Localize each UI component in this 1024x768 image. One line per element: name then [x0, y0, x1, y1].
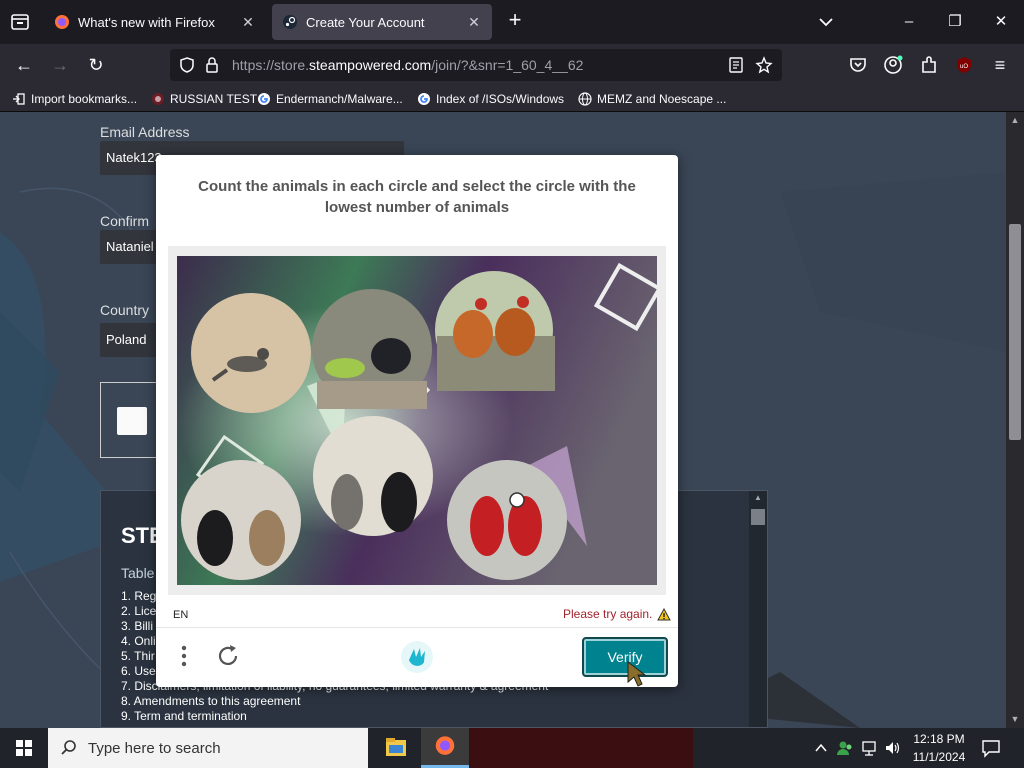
bookmark-memz[interactable]: MEMZ and Noescape ...	[578, 91, 726, 107]
challenge-prompt: Count the animals in each circle and sel…	[198, 178, 636, 216]
page-scroll-thumb[interactable]	[1009, 224, 1021, 440]
bookmark-label: MEMZ and Noescape ...	[597, 92, 727, 106]
google-icon	[258, 93, 270, 105]
close-icon[interactable]: ✕	[240, 14, 256, 31]
email-label: Email Address	[100, 124, 190, 140]
forward-button[interactable]: →	[48, 53, 72, 77]
search-placeholder: Type here to search	[88, 739, 221, 757]
agreement-scroll-thumb[interactable]	[751, 509, 765, 525]
bookmark-import[interactable]: Import bookmarks...	[12, 91, 137, 107]
bookmark-endermanch[interactable]: Endermanch/Malware...	[257, 91, 403, 107]
circle-option-6[interactable]	[447, 460, 567, 580]
search-icon	[61, 740, 76, 755]
tab-create-account[interactable]: Create Your Account ✕	[272, 4, 492, 40]
new-tab-button[interactable]: +	[504, 9, 526, 32]
hcaptcha-logo-icon[interactable]	[400, 640, 434, 674]
confirm-email-label: Confirm	[100, 213, 150, 229]
restore-button[interactable]: ❐	[943, 10, 967, 34]
url-bar[interactable]: https://store.steampowered.com/join/?&sn…	[170, 49, 782, 81]
agreement-subtitle: Table	[121, 565, 155, 581]
reload-button[interactable]: ↻	[84, 53, 108, 77]
circle-option-5[interactable]	[313, 416, 433, 536]
lock-icon[interactable]	[204, 56, 220, 74]
notification-icon[interactable]	[980, 737, 1002, 759]
agreement-scrollbar[interactable]: ▲	[749, 491, 767, 727]
cursor-icon	[627, 660, 647, 687]
extensions-icon[interactable]	[917, 53, 941, 77]
url-text: https://store.steampowered.com/join/?&sn…	[232, 57, 584, 73]
back-button[interactable]: ←	[12, 53, 36, 77]
challenge-footer: Verify	[156, 627, 678, 687]
country-label: Country	[100, 302, 150, 318]
account-icon[interactable]	[881, 53, 905, 77]
list-item: 8. Amendments to this agreement	[121, 694, 301, 708]
bookmark-star-icon[interactable]	[755, 56, 773, 74]
bookmark-label: Index of /ISOs/Windows	[436, 92, 565, 106]
challenge-frame	[168, 246, 666, 595]
challenge-image	[177, 256, 657, 585]
bookmark-index-isos[interactable]: Index of /ISOs/Windows	[417, 91, 564, 107]
captcha-challenge-dialog: Count the animals in each circle and sel…	[156, 155, 678, 687]
bookmarks-toolbar: Import bookmarks... RUSSIAN TEST Enderma…	[0, 86, 1024, 112]
verify-button[interactable]: Verify	[582, 637, 668, 677]
windows-taskbar: Type here to search 12:18 PM 11/1/2024	[0, 728, 1024, 768]
taskbar-clock[interactable]: 12:18 PM 11/1/2024	[908, 730, 970, 766]
circle-option-2[interactable]	[312, 289, 432, 409]
tab-list-icon[interactable]	[8, 10, 32, 34]
chevron-up-icon[interactable]	[814, 741, 828, 755]
menu-icon[interactable]: ≡	[988, 53, 1012, 77]
close-window-button[interactable]: ✕	[989, 10, 1013, 34]
firefox-taskbar-icon[interactable]	[421, 728, 469, 768]
close-icon[interactable]: ✕	[466, 14, 482, 31]
pocket-icon[interactable]	[846, 53, 870, 77]
globe-icon	[578, 92, 592, 106]
site-icon	[152, 93, 164, 105]
scroll-up-icon[interactable]: ▲	[1010, 115, 1020, 125]
captcha-widget	[100, 382, 160, 458]
scroll-down-icon[interactable]: ▼	[1010, 714, 1020, 724]
clock-time: 12:18 PM	[913, 732, 965, 746]
bookmark-label: RUSSIAN TEST	[170, 92, 258, 106]
warning-icon	[657, 607, 672, 620]
chevron-down-icon[interactable]	[816, 12, 836, 32]
tab-bar: What's new with Firefox ✕ Create Your Ac…	[0, 0, 1024, 44]
file-explorer-icon[interactable]	[372, 728, 420, 768]
volume-icon[interactable]	[884, 739, 902, 757]
google-icon	[418, 93, 430, 105]
language-selector[interactable]: EN	[173, 609, 188, 621]
steam-icon	[283, 15, 297, 29]
bookmark-russian-test[interactable]: RUSSIAN TEST	[151, 91, 257, 107]
shield-icon[interactable]	[178, 56, 196, 74]
error-text: Please try again.	[563, 607, 653, 621]
list-item: 9. Term and termination	[121, 709, 247, 723]
more-options-icon[interactable]	[176, 642, 192, 670]
page-scrollbar[interactable]: ▲ ▼	[1006, 112, 1024, 728]
circle-option-1[interactable]	[191, 293, 311, 413]
windows-start-icon[interactable]	[0, 728, 48, 768]
taskbar-search[interactable]: Type here to search	[48, 728, 368, 768]
bookmark-label: Import bookmarks...	[31, 92, 138, 106]
clock-date: 11/1/2024	[912, 750, 966, 764]
svg-text:uO: uO	[960, 64, 968, 70]
people-icon[interactable]	[836, 739, 854, 757]
tab-title: What's new with Firefox	[78, 14, 215, 30]
refresh-icon[interactable]	[214, 642, 242, 670]
reader-view-icon[interactable]	[728, 57, 744, 73]
tab-whats-new[interactable]: What's new with Firefox ✕	[44, 4, 266, 40]
circle-option-4[interactable]	[181, 460, 301, 580]
tab-title: Create Your Account	[306, 14, 425, 30]
captcha-checkbox[interactable]	[117, 407, 147, 435]
minimize-button[interactable]: –	[897, 10, 921, 34]
ublock-icon[interactable]: uO	[952, 53, 976, 77]
network-icon[interactable]	[860, 739, 878, 757]
error-message: Please try again.	[563, 607, 672, 621]
scroll-up-icon[interactable]: ▲	[754, 493, 762, 502]
import-icon	[13, 93, 25, 105]
bookmark-label: Endermanch/Malware...	[276, 92, 403, 106]
firefox-icon	[55, 15, 69, 29]
nav-bar: ← → ↻ https://store.steampowered.com/joi…	[0, 44, 1024, 86]
taskbar-window-preview	[469, 728, 693, 768]
